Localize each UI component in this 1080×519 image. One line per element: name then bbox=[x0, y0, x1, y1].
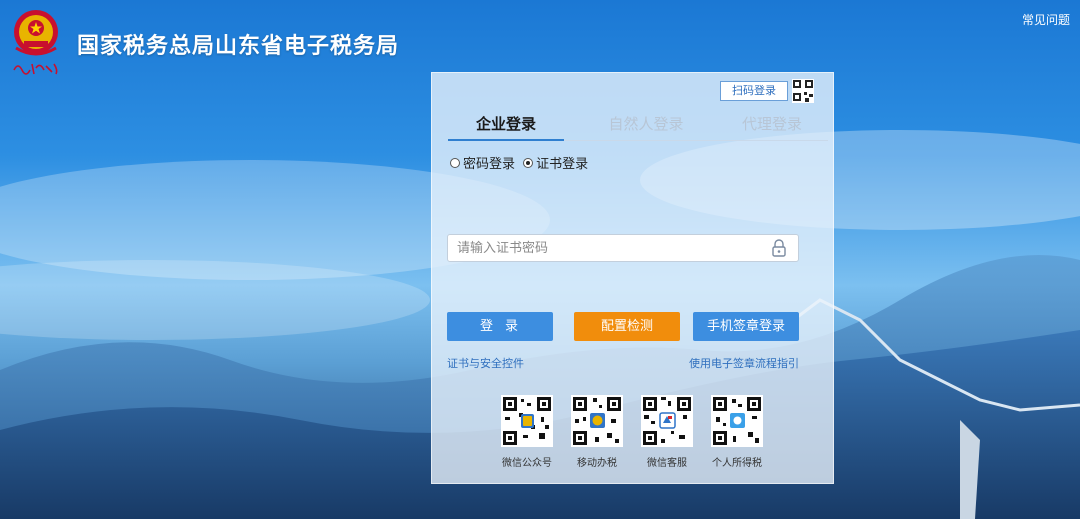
tab-enterprise-login[interactable]: 企业登录 bbox=[448, 113, 564, 141]
qr-label: 微信公众号 bbox=[502, 458, 552, 469]
config-check-button[interactable]: 配置检测 bbox=[574, 312, 680, 341]
radio-certificate-login[interactable]: 证书登录 bbox=[523, 153, 588, 172]
scan-login-button[interactable]: 扫码登录 bbox=[720, 81, 788, 101]
login-type-tabs: 企业登录 自然人登录 代理登录 bbox=[448, 109, 828, 141]
qr-code-image bbox=[711, 395, 763, 447]
certificate-password-input[interactable] bbox=[447, 234, 799, 262]
radio-unchecked-icon bbox=[450, 157, 460, 168]
qr-label: 个人所得税 bbox=[712, 458, 762, 469]
cert-controls-link[interactable]: 证书与安全控件 bbox=[447, 355, 524, 371]
radio-password-label: 密码登录 bbox=[463, 157, 516, 172]
phone-sign-login-button[interactable]: 手机签章登录 bbox=[693, 312, 799, 341]
qr-code-image bbox=[571, 395, 623, 447]
qr-label: 微信客服 bbox=[647, 458, 687, 469]
esign-guide-link[interactable]: 使用电子签章流程指引 bbox=[689, 355, 799, 371]
login-button[interactable]: 登录 bbox=[447, 312, 553, 341]
qr-personal-income-tax: 个人所得税 bbox=[702, 395, 772, 469]
qr-label: 移动办税 bbox=[577, 458, 617, 469]
faq-link[interactable]: 常见问题 bbox=[1022, 11, 1070, 28]
radio-password-login[interactable]: 密码登录 bbox=[450, 153, 515, 172]
radio-certificate-label: 证书登录 bbox=[536, 157, 589, 172]
qr-wechat-service: 微信客服 bbox=[632, 395, 702, 469]
radio-checked-icon bbox=[523, 157, 534, 168]
qr-code-image bbox=[501, 395, 553, 447]
qr-wechat-official: 微信公众号 bbox=[492, 395, 562, 469]
qr-mobile-tax: 移动办税 bbox=[562, 395, 632, 469]
site-title: 国家税务总局山东省电子税务局 bbox=[77, 34, 400, 59]
lock-icon bbox=[772, 239, 786, 257]
tab-natural-person-login[interactable]: 自然人登录 bbox=[588, 113, 704, 141]
tax-emblem-logo bbox=[14, 10, 58, 56]
login-method-radios: 密码登录 证书登录 bbox=[450, 153, 592, 172]
qr-code-icon[interactable] bbox=[792, 79, 814, 103]
emblem-signature-mark bbox=[13, 63, 58, 75]
tab-agent-login[interactable]: 代理登录 bbox=[714, 113, 830, 141]
qr-code-image bbox=[641, 395, 693, 447]
login-panel: 扫码登录 企业登录 自然人登录 代理登录 密码登录 证书登录 登录 配置检测 手… bbox=[431, 72, 834, 484]
